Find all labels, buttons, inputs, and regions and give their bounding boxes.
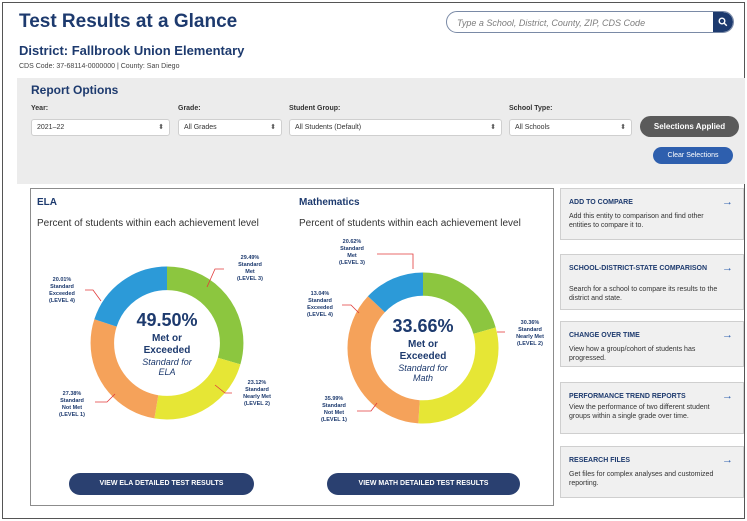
card-title: RESEARCH FILES <box>569 457 631 464</box>
view-ela-results-button[interactable]: VIEW ELA DETAILED TEST RESULTS <box>69 473 254 495</box>
school-type-label: School Type: <box>509 105 553 112</box>
clear-selections-button[interactable]: Clear Selections <box>653 147 733 164</box>
grade-value: All Grades <box>184 124 217 131</box>
select-caret-icon: ⬍ <box>620 124 626 131</box>
arrow-right-icon: → <box>722 262 733 274</box>
report-options-title: Report Options <box>31 83 119 97</box>
arrow-right-icon: → <box>722 454 733 466</box>
card-description: View the performance of two different st… <box>569 404 710 420</box>
search-button[interactable] <box>713 12 733 32</box>
page-header: Test Results at a Glance <box>19 9 734 35</box>
arrow-right-icon: → <box>722 196 733 208</box>
card-description: View how a group/cohort of students has … <box>569 346 696 362</box>
math-leader-lines <box>342 253 505 412</box>
card-description: Add this entity to comparison and find o… <box>569 213 704 229</box>
cds-code-line: CDS Code: 37-68114-0000000 | County: San… <box>19 63 180 70</box>
select-caret-icon: ⬍ <box>490 124 496 131</box>
student-group-select[interactable]: All Students (Default) ⬍ <box>289 119 502 136</box>
student-group-label: Student Group: <box>289 105 341 112</box>
results-panel: ELA Percent of students within each achi… <box>30 188 554 506</box>
sidebar-card-research-files[interactable]: RESEARCH FILES → Get files for complex a… <box>560 446 744 498</box>
sidebar-card-performance-trend[interactable]: PERFORMANCE TREND REPORTS → View the per… <box>560 382 744 434</box>
select-caret-icon: ⬍ <box>270 124 276 131</box>
arrow-right-icon: → <box>722 390 733 402</box>
sidebar-card-change-over-time[interactable]: CHANGE OVER TIME → View how a group/coho… <box>560 321 744 367</box>
select-caret-icon: ⬍ <box>158 124 164 131</box>
card-title: PERFORMANCE TREND REPORTS <box>569 393 686 400</box>
view-math-results-button[interactable]: VIEW MATH DETAILED TEST RESULTS <box>327 473 520 495</box>
card-title: SCHOOL-DISTRICT-STATE COMPARISON <box>569 265 708 272</box>
card-title: ADD TO COMPARE <box>569 199 633 206</box>
school-type-value: All Schools <box>515 124 550 131</box>
search-box <box>446 11 734 33</box>
card-title: CHANGE OVER TIME <box>569 332 640 339</box>
card-description: Search for a school to compare its resul… <box>569 286 718 302</box>
card-description: Get files for complex analyses and custo… <box>569 471 714 487</box>
year-value: 2021–22 <box>37 124 65 131</box>
page-title: Test Results at a Glance <box>19 11 238 32</box>
search-icon <box>718 17 728 27</box>
selections-applied-button[interactable]: Selections Applied <box>640 116 739 137</box>
page-frame: Test Results at a Glance District: Fallb… <box>2 2 745 519</box>
arrow-right-icon: → <box>722 329 733 341</box>
report-options-panel: Report Options Year: 2021–22 ⬍ Grade: Al… <box>17 78 745 184</box>
district-name: District: Fallbrook Union Elementary <box>19 43 245 58</box>
grade-label: Grade: <box>178 105 201 112</box>
school-type-select[interactable]: All Schools ⬍ <box>509 119 632 136</box>
sidebar-card-add-to-compare[interactable]: ADD TO COMPARE → Add this entity to comp… <box>560 188 744 240</box>
student-group-value: All Students (Default) <box>295 124 362 131</box>
search-input[interactable] <box>457 15 697 30</box>
sidebar-card-school-district-state[interactable]: SCHOOL-DISTRICT-STATE COMPARISON → Searc… <box>560 254 744 310</box>
year-label: Year: <box>31 105 49 112</box>
grade-select[interactable]: All Grades ⬍ <box>178 119 282 136</box>
year-select[interactable]: 2021–22 ⬍ <box>31 119 170 136</box>
